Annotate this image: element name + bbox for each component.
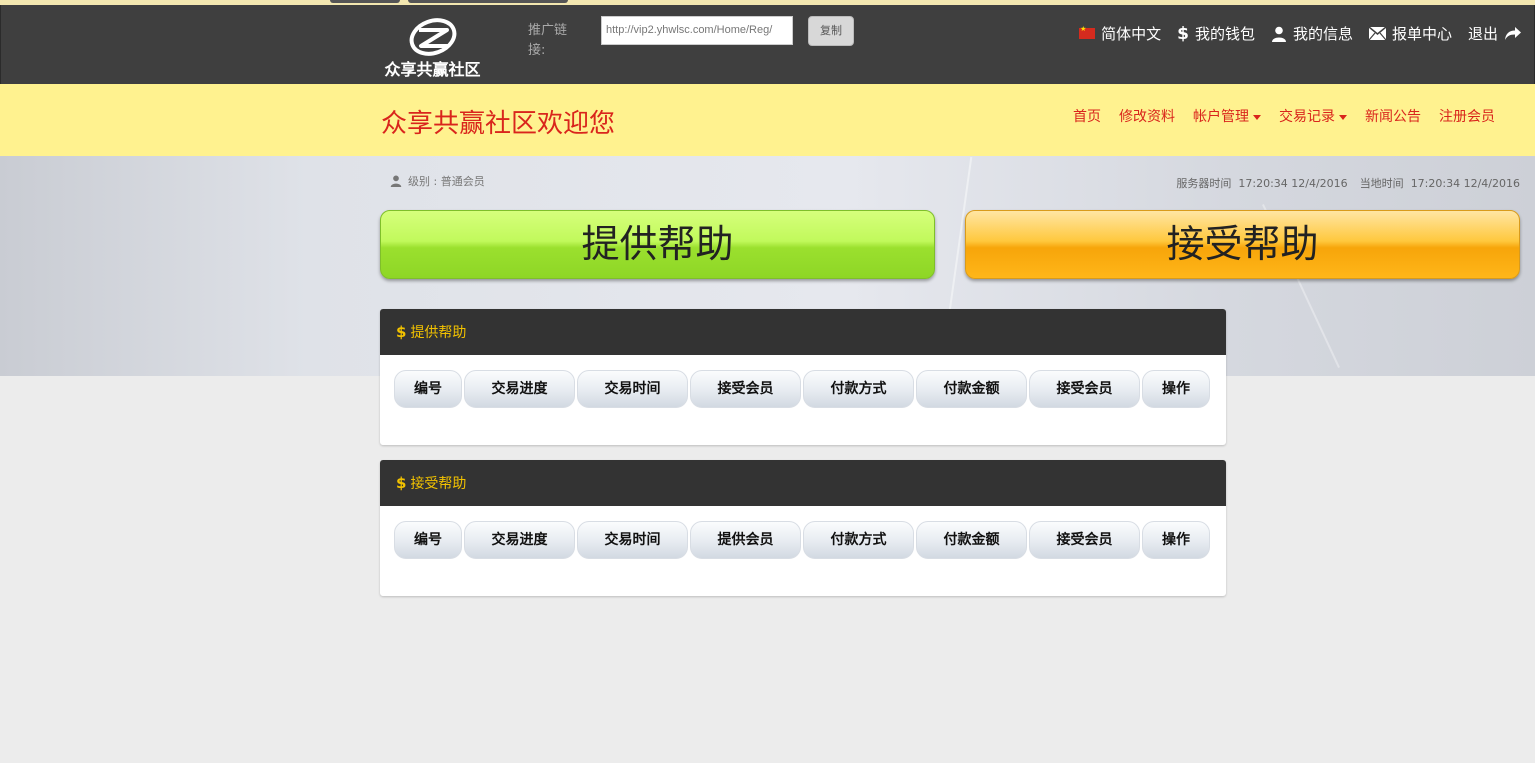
panel-header: $ 提供帮助: [380, 309, 1226, 355]
nav-account-management-label: 帐户管理: [1193, 109, 1249, 125]
promo-link-value: http://vip2.yhwlsc.com/Home/Reg/: [606, 24, 773, 36]
local-time-value: 17:20:34 12/4/2016: [1410, 177, 1520, 190]
language-link[interactable]: 简体中文: [1079, 23, 1161, 44]
logout-link[interactable]: 退出: [1468, 23, 1522, 44]
provide-help-panel: $ 提供帮助 编号 交易进度 交易时间 接受会员 付款方式 付款金额 接受会员 操…: [380, 309, 1226, 445]
logo-text: 众享共赢社区: [384, 60, 481, 79]
promo-link-input[interactable]: http://vip2.yhwlsc.com/Home/Reg/: [601, 16, 793, 45]
user-icon: [390, 175, 402, 187]
column-header: 接受会员: [1029, 370, 1140, 408]
language-label: 简体中文: [1101, 25, 1162, 43]
server-time: 服务器时间 17:20:34 12/4/2016: [1176, 175, 1347, 191]
wallet-label: 我的钱包: [1194, 25, 1255, 43]
receive-help-button[interactable]: 接受帮助: [965, 210, 1520, 279]
column-header: 交易进度: [464, 370, 575, 408]
server-time-value: 17:20:34 12/4/2016: [1238, 177, 1348, 190]
nav-register-member[interactable]: 注册会员: [1439, 106, 1495, 126]
column-header: 操作: [1142, 521, 1210, 559]
welcome-title: 众享共赢社区欢迎您: [381, 109, 616, 139]
report-center-label: 报单中心: [1391, 25, 1452, 43]
column-header: 付款方式: [803, 370, 914, 408]
member-level: 级别 : 普通会员: [390, 173, 485, 189]
column-header: 接受会员: [690, 370, 801, 408]
column-header: 操作: [1142, 370, 1210, 408]
column-header: 交易时间: [577, 370, 688, 408]
column-header: 编号: [394, 370, 462, 408]
nav-home[interactable]: 首页: [1073, 106, 1101, 126]
my-info-label: 我的信息: [1292, 25, 1353, 43]
promo-link-label: 推广链接:: [528, 23, 568, 58]
clock-display: 服务器时间 17:20:34 12/4/2016 当地时间 17:20:34 1…: [1176, 175, 1520, 191]
user-icon: [1271, 26, 1286, 42]
panel-title: 接受帮助: [410, 476, 467, 492]
nav-edit-profile[interactable]: 修改资料: [1119, 106, 1175, 126]
dollar-icon: $: [1177, 23, 1189, 44]
column-header: 交易进度: [464, 521, 575, 559]
local-time: 当地时间 17:20:34 12/4/2016: [1360, 175, 1520, 191]
caret-down-icon: [1339, 114, 1347, 120]
china-flag-icon: [1079, 25, 1096, 39]
logout-label: 退出: [1467, 25, 1498, 43]
nav-news[interactable]: 新闻公告: [1365, 106, 1421, 126]
column-header: 付款方式: [803, 521, 914, 559]
share-arrow-icon: [1505, 26, 1521, 40]
my-info-link[interactable]: 我的信息: [1271, 23, 1353, 44]
envelope-icon: [1368, 27, 1386, 40]
caret-down-icon: [1253, 114, 1261, 120]
top-header-bar: 众享共赢社区 推广链接: http://vip2.yhwlsc.com/Home…: [0, 5, 1535, 84]
local-time-label: 当地时间: [1359, 177, 1404, 190]
server-time-label: 服务器时间: [1176, 177, 1232, 190]
copy-button[interactable]: 复制: [808, 16, 854, 46]
panel-title: 提供帮助: [410, 325, 467, 341]
panel-header: $ 接受帮助: [380, 460, 1226, 506]
provide-help-button[interactable]: 提供帮助: [380, 210, 935, 279]
user-nav: 简体中文 $ 我的钱包 我的信息 报单中心 退出: [1079, 23, 1522, 44]
nav-transaction-records-label: 交易记录: [1279, 109, 1335, 125]
column-header: 编号: [394, 521, 462, 559]
browser-tab[interactable]: [408, 0, 568, 3]
nav-account-management[interactable]: 帐户管理: [1193, 106, 1261, 126]
column-header: 交易时间: [577, 521, 688, 559]
browser-tab[interactable]: [330, 0, 400, 3]
column-header: 付款金额: [916, 370, 1027, 408]
dollar-icon: $: [396, 323, 407, 341]
dollar-icon: $: [396, 474, 407, 492]
logo-icon: [409, 18, 457, 56]
wallet-link[interactable]: $ 我的钱包: [1177, 23, 1255, 44]
welcome-banner: 众享共赢社区欢迎您 首页 修改资料 帐户管理 交易记录 新闻公告 注册会员: [0, 84, 1535, 156]
nav-transaction-records[interactable]: 交易记录: [1279, 106, 1347, 126]
column-header: 提供会员: [690, 521, 801, 559]
site-logo[interactable]: 众享共赢社区: [375, 18, 490, 79]
column-header: 付款金额: [916, 521, 1027, 559]
column-header: 接受会员: [1029, 521, 1140, 559]
receive-help-panel: $ 接受帮助 编号 交易进度 交易时间 提供会员 付款方式 付款金额 接受会员 操…: [380, 460, 1226, 596]
report-center-link[interactable]: 报单中心: [1368, 23, 1452, 44]
member-level-text: 级别 : 普通会员: [408, 175, 485, 188]
main-nav: 首页 修改资料 帐户管理 交易记录 新闻公告 注册会员: [1073, 106, 1495, 126]
